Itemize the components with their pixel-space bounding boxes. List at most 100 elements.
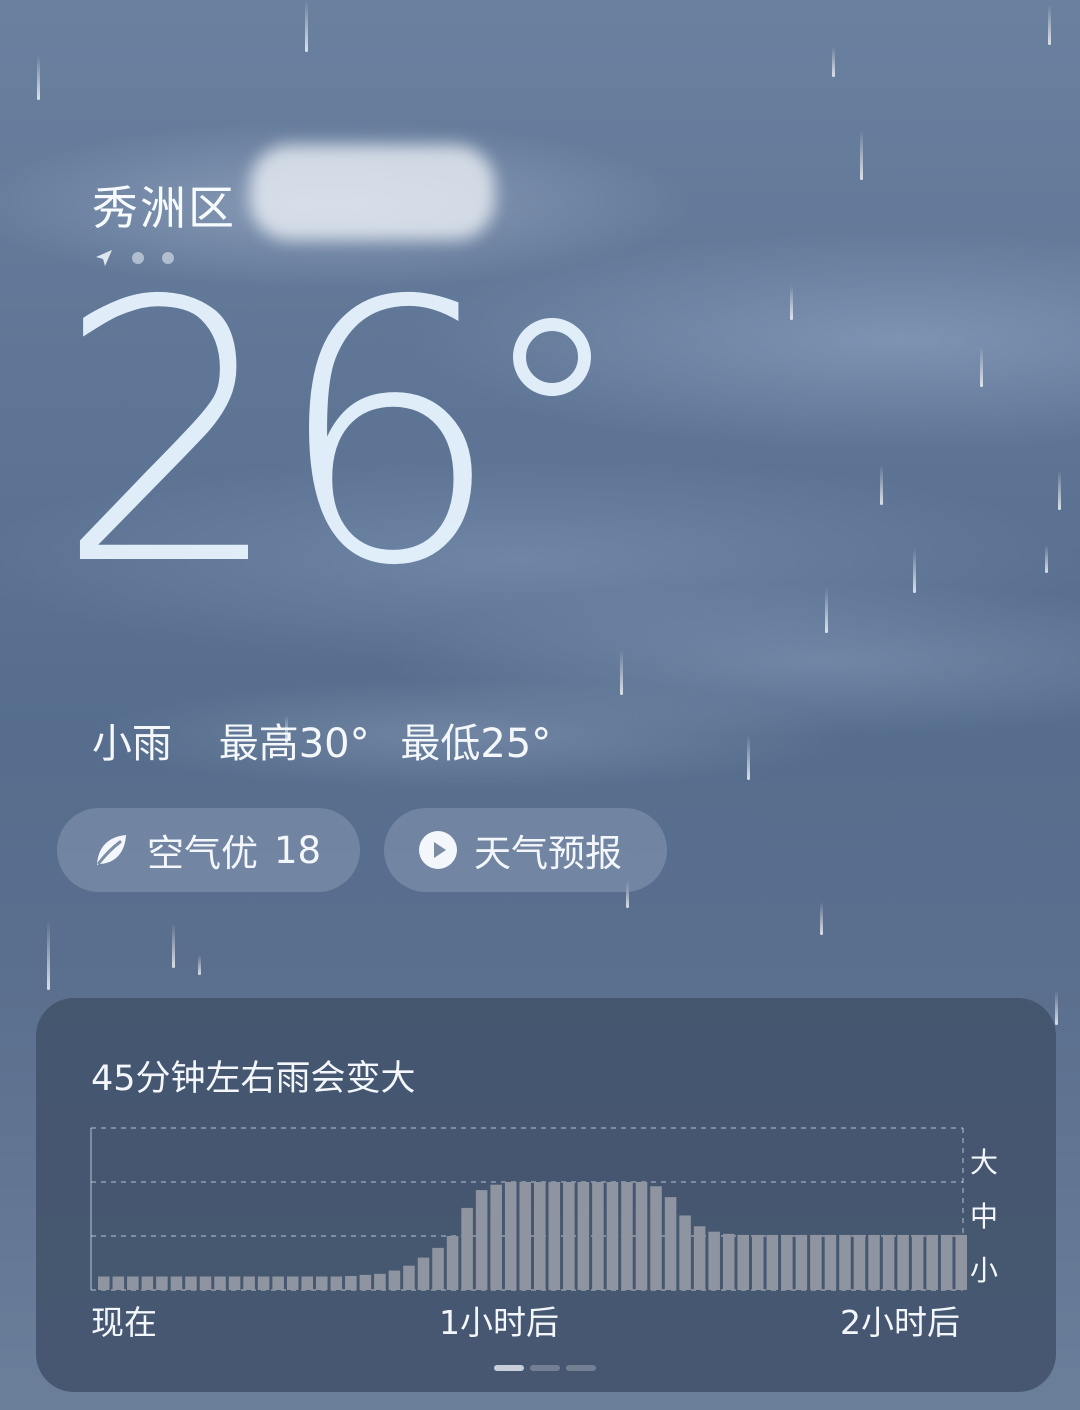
rain-intensity-bar	[722, 1233, 735, 1290]
rain-intensity-bar	[606, 1182, 619, 1290]
rain-intensity-bar	[708, 1231, 720, 1290]
weather-condition: 小雨	[92, 721, 172, 767]
weather-summary: 小雨 最高30° 最低25°	[92, 711, 551, 769]
raindrop	[980, 347, 983, 387]
raindrop	[1048, 5, 1051, 45]
rain-intensity-bar	[257, 1276, 270, 1290]
rain-intensity-bar	[214, 1276, 226, 1290]
raindrop	[198, 955, 201, 975]
rain-intensity-bar	[461, 1207, 473, 1290]
rain-intensity-bar	[737, 1234, 749, 1290]
time-label-2-hours: 2小时后	[840, 1303, 960, 1342]
rain-intensity-bar	[940, 1234, 953, 1290]
raindrop	[860, 130, 863, 180]
high-temperature: 最高30°	[218, 721, 370, 767]
rain-intensity-bar	[548, 1182, 561, 1290]
raindrop	[47, 920, 50, 990]
rain-intensity-bar	[519, 1182, 531, 1290]
raindrop	[305, 0, 308, 52]
raindrop	[790, 285, 793, 320]
current-temperature: 26	[55, 255, 675, 685]
rain-intensity-bar	[679, 1215, 691, 1290]
leaf-icon	[97, 835, 126, 865]
raindrop	[1058, 470, 1061, 510]
rain-intensity-bar	[839, 1234, 851, 1290]
rain-intensity-bar	[490, 1184, 502, 1290]
air-quality-button[interactable]: 空气优 18	[57, 808, 360, 892]
rain-intensity-bar	[592, 1182, 604, 1290]
rain-intensity-bar	[926, 1234, 938, 1290]
rain-intensity-bar	[272, 1276, 284, 1290]
raindrop	[832, 47, 835, 77]
rain-intensity-bar	[446, 1236, 459, 1290]
rain-intensity-bar	[156, 1276, 168, 1290]
rain-intensity-bar	[853, 1234, 866, 1290]
rain-intensity-bar	[621, 1182, 633, 1290]
rain-intensity-bar	[243, 1276, 255, 1290]
rain-intensity-bar	[403, 1265, 415, 1290]
rain-intensity-bar	[185, 1276, 197, 1290]
raindrop	[880, 465, 883, 505]
rain-intensity-chart	[90, 1127, 1001, 1291]
weather-forecast-button[interactable]: 天气预报	[384, 808, 667, 892]
intensity-label-heavy: 大	[970, 1146, 999, 1179]
card-page-indicator[interactable]	[566, 1365, 596, 1371]
rain-intensity-bar	[534, 1182, 546, 1290]
rain-intensity-bar	[824, 1234, 837, 1290]
card-page-indicator[interactable]	[530, 1365, 560, 1371]
rain-intensity-bar	[911, 1234, 924, 1290]
play-icon	[419, 831, 457, 869]
rain-intensity-bar	[563, 1182, 575, 1290]
intensity-label-moderate: 中	[970, 1200, 999, 1233]
card-page-indicator-active[interactable]	[494, 1365, 524, 1371]
rain-intensity-bar	[897, 1234, 909, 1290]
rain-forecast-title: 45分钟左右雨会变大	[91, 1059, 416, 1099]
raindrop	[37, 55, 40, 100]
rain-intensity-bar	[98, 1276, 110, 1290]
rain-intensity-bar	[330, 1276, 343, 1290]
rain-intensity-bar	[504, 1182, 517, 1290]
rain-intensity-bar	[693, 1226, 706, 1290]
rain-intensity-bar	[475, 1190, 488, 1290]
rain-intensity-bar	[650, 1186, 662, 1290]
rain-intensity-bar	[868, 1234, 880, 1290]
rain-chart-svg	[90, 1127, 967, 1291]
rain-intensity-bar	[112, 1276, 125, 1290]
air-quality-value: 18	[274, 828, 322, 872]
rain-intensity-bar	[359, 1274, 372, 1290]
raindrop	[172, 923, 175, 968]
rain-intensity-bar	[345, 1275, 357, 1290]
temperature-value: 26	[55, 225, 503, 644]
rain-intensity-bar	[752, 1234, 764, 1290]
rain-intensity-bar	[810, 1234, 822, 1290]
raindrop	[1045, 545, 1048, 573]
time-label-1-hour: 1小时后	[439, 1303, 559, 1342]
rain-intensity-bar	[388, 1270, 401, 1290]
rain-intensity-bar	[577, 1182, 590, 1290]
rain-intensity-bar	[664, 1197, 677, 1290]
rain-intensity-bar	[635, 1182, 648, 1290]
air-quality-label: 空气优	[147, 832, 258, 875]
rain-intensity-bar	[141, 1276, 154, 1290]
rain-intensity-bar	[781, 1234, 793, 1290]
rain-intensity-bar	[766, 1234, 779, 1290]
rain-intensity-bar	[170, 1276, 183, 1290]
rain-intensity-bar	[316, 1276, 328, 1290]
intensity-label-light: 小	[970, 1254, 999, 1287]
rain-intensity-bar	[882, 1234, 895, 1290]
raindrop	[820, 902, 823, 935]
rain-forecast-card[interactable]: 45分钟左右雨会变大 现在 1小时后 2小时后 大 中 小	[36, 998, 1056, 1392]
rain-intensity-bar	[199, 1276, 212, 1290]
rain-intensity-bar	[417, 1257, 430, 1290]
rain-intensity-bar	[955, 1234, 967, 1290]
rain-intensity-bar	[127, 1276, 139, 1290]
rain-intensity-bar	[286, 1276, 299, 1290]
raindrop	[1055, 990, 1058, 1025]
rain-intensity-bar	[374, 1273, 386, 1290]
time-label-now: 现在	[91, 1303, 157, 1342]
rain-intensity-bar	[432, 1247, 444, 1290]
raindrop	[913, 548, 916, 593]
low-temperature: 最低25°	[400, 721, 552, 767]
rain-intensity-bar	[301, 1276, 313, 1290]
degree-symbol	[513, 318, 591, 396]
